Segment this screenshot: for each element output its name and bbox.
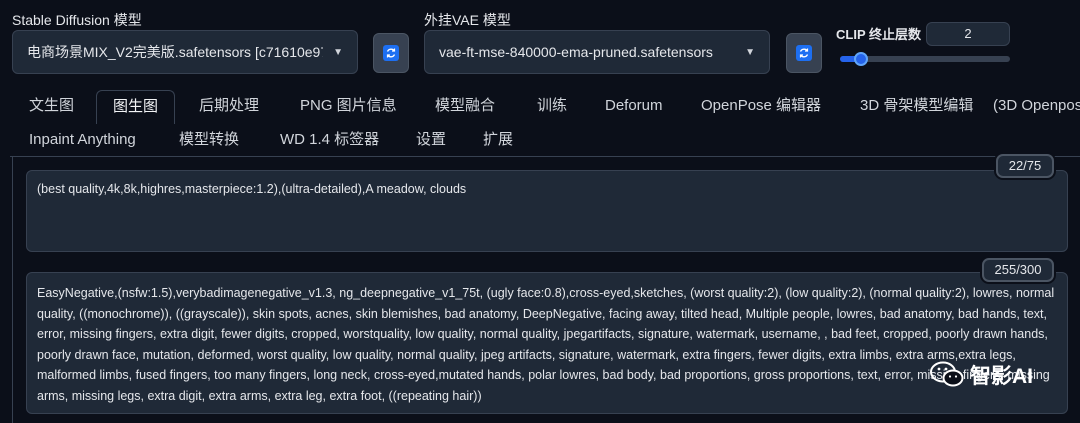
tab-img2img[interactable]: 图生图 [96,90,176,124]
refresh-icon [383,45,399,61]
tab-settings[interactable]: 设置 [416,124,446,156]
watermark-text: 智影AI [970,365,1033,388]
tab-model-converter[interactable]: 模型转换 [179,124,239,156]
negative-token-counter: 255/300 [982,258,1054,282]
chevron-down-icon: ▼ [745,46,755,58]
positive-token-counter: 22/75 [996,154,1054,178]
tab-checkpoint-merger[interactable]: 模型融合 [435,90,495,122]
chevron-down-icon: ▼ [333,46,343,58]
tab-3d-skeleton-editor[interactable]: 3D 骨架模型编辑 [860,90,973,122]
wechat-icon [930,361,964,387]
sd-refresh-button[interactable] [373,33,409,73]
vae-refresh-button[interactable] [786,33,822,73]
clip-skip-label: CLIP 终止层数 [836,27,921,42]
tab-extensions[interactable]: 扩展 [483,124,513,156]
vae-model-label: 外挂VAE 模型 [424,12,511,28]
refresh-icon [796,45,812,61]
positive-prompt-input[interactable]: (best quality,4k,8k,highres,masterpiece:… [26,170,1068,252]
clip-skip-slider[interactable] [840,52,1010,66]
tab-wd14-tagger[interactable]: WD 1.4 标签器 [280,124,379,156]
watermark: 智影AI [930,360,1033,390]
sd-model-value: 电商场景MIX_V2完美版.safetensors [c71610e97 [27,44,324,60]
tab-3d-openpose[interactable]: (3D Openpose [993,90,1080,122]
vae-model-dropdown[interactable]: vae-ft-mse-840000-ema-pruned.safetensors… [424,30,770,74]
sd-model-dropdown[interactable]: 电商场景MIX_V2完美版.safetensors [c71610e97 ▼ [12,30,358,74]
tab-png-info[interactable]: PNG 图片信息 [300,90,397,122]
tab-txt2img[interactable]: 文生图 [29,90,74,122]
sd-model-label: Stable Diffusion 模型 [12,12,142,28]
tab-train[interactable]: 训练 [537,90,567,122]
negative-prompt-input[interactable]: EasyNegative,(nsfw:1.5),verybadimagenega… [26,272,1068,414]
vae-model-value: vae-ft-mse-840000-ema-pruned.safetensors [439,44,713,60]
tab-deforum[interactable]: Deforum [605,90,663,122]
clip-slider-thumb[interactable] [854,52,869,66]
tab-extras[interactable]: 后期处理 [199,90,259,122]
tab-inpaint-anything[interactable]: Inpaint Anything [29,124,136,156]
clip-skip-input[interactable]: 2 [926,22,1010,46]
tab-openpose-editor[interactable]: OpenPose 编辑器 [701,90,821,122]
